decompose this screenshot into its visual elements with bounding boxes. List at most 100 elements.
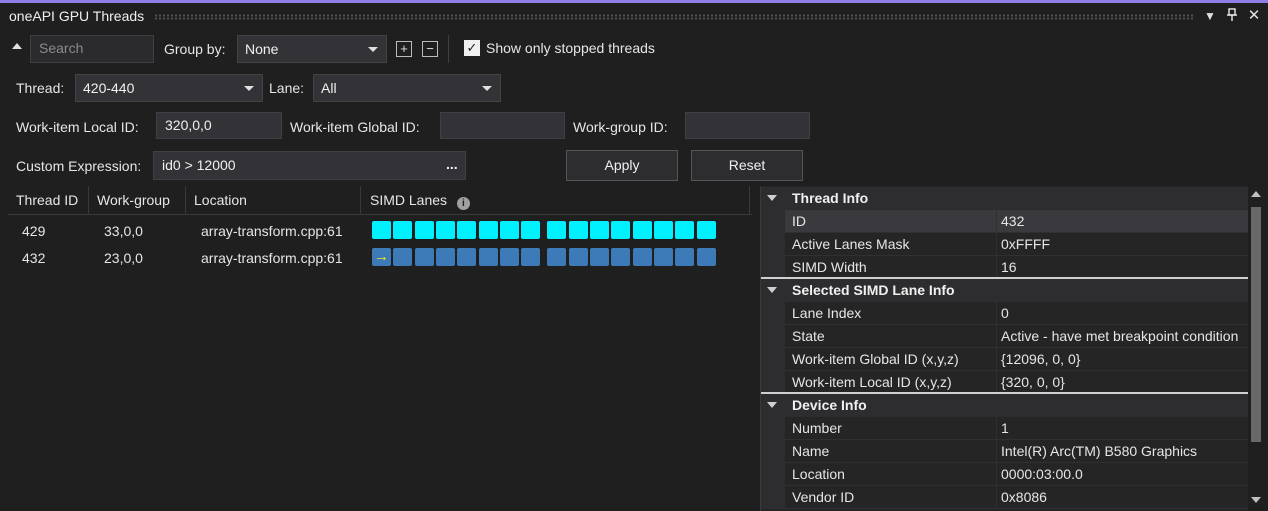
property-row[interactable]: State Active - have met breakpoint condi… <box>761 325 1248 348</box>
simd-lane-active[interactable] <box>499 221 519 239</box>
scroll-up-icon[interactable] <box>1251 191 1261 197</box>
property-row[interactable]: Location 0000:03:00.0 <box>761 463 1248 486</box>
simd-lane[interactable] <box>499 248 519 266</box>
window-title: oneAPI GPU Threads <box>9 8 145 24</box>
property-row[interactable]: Work-item Local ID (x,y,z) {320, 0, 0} <box>761 371 1248 394</box>
title-accent-line <box>0 0 1268 3</box>
simd-lane-active[interactable] <box>675 221 695 239</box>
column-simd-lanes-label: SIMD Lanes <box>370 192 448 208</box>
property-value: 0xFFFF <box>997 233 1248 256</box>
simd-lane[interactable] <box>611 248 631 266</box>
simd-lane[interactable] <box>547 248 567 266</box>
property-row[interactable]: Active Lanes Mask 0xFFFF <box>761 233 1248 256</box>
simd-lane[interactable] <box>457 248 477 266</box>
show-stopped-checkbox[interactable]: ✓ <box>464 40 480 56</box>
simd-lane-active[interactable] <box>393 221 413 239</box>
lane-select[interactable]: All <box>313 74 501 102</box>
property-name: Lane Index <box>785 302 997 325</box>
table-row[interactable]: 432 23,0,0 array-transform.cpp:61 → <box>8 245 752 270</box>
column-work-group[interactable]: Work-group <box>89 186 186 214</box>
property-row[interactable]: ID 432 <box>761 210 1248 233</box>
property-row[interactable]: SIMD Width 16 <box>761 256 1248 279</box>
simd-lane[interactable] <box>632 248 652 266</box>
info-icon[interactable]: i <box>456 197 470 210</box>
simd-lane[interactable] <box>435 248 455 266</box>
title-grip[interactable] <box>154 14 1194 20</box>
simd-lanes-row-0 <box>372 221 716 239</box>
property-name: ID <box>785 210 997 233</box>
simd-lane[interactable] <box>393 248 413 266</box>
thread-select[interactable]: 420-440 <box>75 74 263 102</box>
thread-value: 420-440 <box>83 80 135 96</box>
column-simd-lanes[interactable]: SIMD Lanes i <box>361 186 750 214</box>
table-row[interactable]: 429 33,0,0 array-transform.cpp:61 <box>8 218 752 243</box>
simd-lane[interactable] <box>675 248 695 266</box>
collapse-all-button[interactable]: − <box>422 41 438 57</box>
simd-lane-active[interactable] <box>521 221 541 239</box>
section-device-info[interactable]: Device Info <box>761 394 1248 417</box>
property-name: Active Lanes Mask <box>785 233 997 256</box>
column-location[interactable]: Location <box>186 186 361 214</box>
simd-lane-active[interactable] <box>590 221 609 239</box>
simd-lane-active[interactable] <box>457 221 477 239</box>
apply-button[interactable]: Apply <box>566 150 678 181</box>
window-menu-chevron-down-icon[interactable]: ▼ <box>1202 8 1218 24</box>
row-gutter <box>761 256 785 279</box>
simd-lane-active[interactable] <box>611 221 631 239</box>
property-row[interactable]: Name Intel(R) Arc(TM) B580 Graphics <box>761 440 1248 463</box>
workgroup-id-input[interactable] <box>685 112 810 139</box>
search-input[interactable]: Search <box>30 35 154 63</box>
simd-lane-active[interactable] <box>547 221 567 239</box>
simd-lane[interactable] <box>478 248 498 266</box>
property-row[interactable]: Lane Index 0 <box>761 302 1248 325</box>
row-gutter <box>761 233 785 256</box>
simd-lane-active[interactable] <box>372 221 391 239</box>
location-cell: array-transform.cpp:61 <box>201 250 343 266</box>
property-value: 1 <box>997 417 1248 440</box>
expand-all-button[interactable]: + <box>396 41 412 57</box>
property-value: 432 <box>997 210 1248 233</box>
custom-expression-input[interactable]: id0 > 12000 <box>153 151 466 180</box>
simd-lane-active[interactable] <box>632 221 652 239</box>
simd-lane[interactable] <box>414 248 434 266</box>
group-by-label: Group by: <box>164 41 226 57</box>
property-name: Vendor ID <box>785 486 997 509</box>
property-row[interactable]: Number 1 <box>761 417 1248 440</box>
thread-id-cell: 429 <box>22 223 46 239</box>
simd-lane[interactable] <box>696 248 716 266</box>
pin-icon[interactable] <box>1224 8 1240 24</box>
simd-lane-current[interactable]: → <box>372 248 391 266</box>
chevron-down-icon <box>368 47 378 52</box>
simd-lane[interactable] <box>521 248 541 266</box>
simd-lane[interactable] <box>590 248 609 266</box>
group-by-select[interactable]: None <box>237 35 387 63</box>
scroll-down-icon[interactable] <box>1251 497 1261 503</box>
row-gutter <box>761 440 785 463</box>
simd-lane-active[interactable] <box>568 221 588 239</box>
simd-lane-active[interactable] <box>435 221 455 239</box>
close-icon[interactable]: ✕ <box>1246 8 1262 24</box>
triangle-up-icon[interactable] <box>12 43 22 49</box>
section-lane-info[interactable]: Selected SIMD Lane Info <box>761 279 1248 302</box>
custom-expression-more-button[interactable]: ... <box>446 156 458 172</box>
simd-lane-active[interactable] <box>414 221 434 239</box>
global-id-input[interactable] <box>440 112 565 139</box>
column-thread-id[interactable]: Thread ID <box>8 186 89 214</box>
simd-lane-active[interactable] <box>653 221 673 239</box>
simd-lane-active[interactable] <box>478 221 498 239</box>
scrollbar-thumb[interactable] <box>1251 207 1261 442</box>
local-id-input[interactable]: 320,0,0 <box>156 112 282 139</box>
reset-button[interactable]: Reset <box>691 150 803 181</box>
property-row[interactable]: Work-item Global ID (x,y,z) {12096, 0, 0… <box>761 348 1248 371</box>
custom-expression-value: id0 > 12000 <box>162 157 236 173</box>
property-value: Active - have met breakpoint condition <box>997 325 1248 348</box>
property-row[interactable]: Vendor ID 0x8086 <box>761 486 1248 509</box>
simd-lane-active[interactable] <box>696 221 716 239</box>
property-name: SIMD Width <box>785 256 997 279</box>
property-value: {320, 0, 0} <box>997 371 1248 394</box>
chevron-down-icon <box>244 86 254 91</box>
simd-lane[interactable] <box>653 248 673 266</box>
section-thread-info[interactable]: Thread Info <box>761 187 1248 210</box>
global-id-label: Work-item Global ID: <box>290 119 420 135</box>
simd-lane[interactable] <box>568 248 588 266</box>
